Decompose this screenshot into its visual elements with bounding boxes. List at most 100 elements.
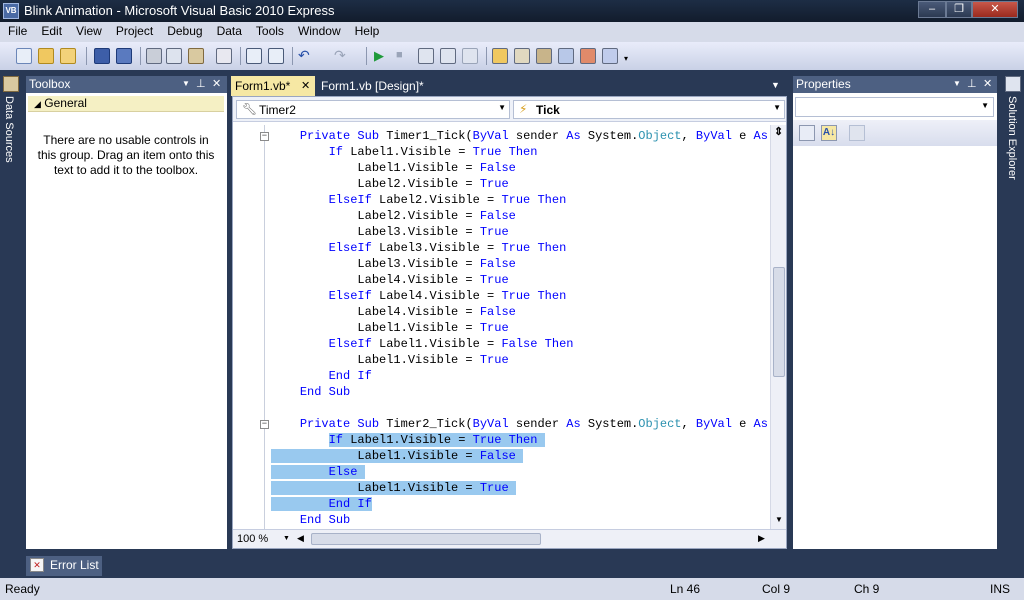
- minimize-button[interactable]: –: [918, 1, 946, 18]
- solution-explorer-icon[interactable]: [492, 48, 508, 64]
- code-area[interactable]: − Private Sub Timer1_Tick(ByVal sender A…: [233, 125, 770, 529]
- code-line[interactable]: Label4.Visible = False: [271, 305, 515, 321]
- chevron-down-icon[interactable]: ▼: [182, 79, 190, 88]
- code-line[interactable]: Private Sub Timer1_Tick(ByVal sender As …: [271, 129, 770, 145]
- uncomment-icon[interactable]: [268, 48, 284, 64]
- tab-list-chevron-icon[interactable]: ▼: [771, 80, 780, 90]
- code-line[interactable]: Private Sub Timer2_Tick(ByVal sender As …: [271, 417, 770, 433]
- code-line[interactable]: If Label1.Visible = True Then: [271, 145, 538, 161]
- error-list-tab[interactable]: ✕ Error List: [26, 556, 102, 576]
- code-line[interactable]: End If: [271, 369, 372, 385]
- solution-explorer-icon[interactable]: [1005, 76, 1021, 92]
- open-file-icon[interactable]: [38, 48, 54, 64]
- code-line[interactable]: Label1.Visible = True: [271, 353, 508, 369]
- collapse-region-icon[interactable]: −: [260, 420, 269, 429]
- data-sources-tab[interactable]: Data Sources: [3, 96, 15, 163]
- error-list-icon: ✕: [30, 558, 44, 572]
- undo-icon[interactable]: ↶: [298, 48, 314, 64]
- solution-explorer-tab[interactable]: Solution Explorer: [1006, 96, 1018, 180]
- start-page-icon[interactable]: [602, 48, 618, 64]
- redo-icon[interactable]: ↷: [334, 48, 350, 64]
- scroll-left-icon[interactable]: ◀: [297, 533, 304, 544]
- title-bar: VB Blink Animation - Microsoft Visual Ba…: [0, 0, 1024, 22]
- pin-icon[interactable]: ⊥: [967, 77, 977, 90]
- error-list-label: Error List: [50, 558, 99, 572]
- vertical-scrollbar[interactable]: ⇕ ▼: [770, 125, 786, 529]
- menu-view[interactable]: View: [68, 22, 108, 42]
- zoom-dropdown[interactable]: 100 % ▼: [235, 532, 291, 547]
- code-line[interactable]: ElseIf Label2.Visible = True Then: [271, 193, 567, 209]
- menu-window[interactable]: Window: [290, 22, 347, 42]
- code-line[interactable]: Else: [271, 465, 365, 481]
- copy-icon[interactable]: [166, 48, 182, 64]
- code-line[interactable]: End Sub: [271, 513, 350, 529]
- code-line[interactable]: Label1.Visible = False: [271, 449, 524, 465]
- code-line[interactable]: ElseIf Label3.Visible = True Then: [271, 241, 567, 257]
- maximize-button[interactable]: ❐: [946, 1, 972, 18]
- menu-project[interactable]: Project: [108, 22, 159, 42]
- property-pages-icon[interactable]: [849, 125, 865, 141]
- categorized-icon[interactable]: [799, 125, 815, 141]
- code-line[interactable]: Label3.Visible = True: [271, 225, 508, 241]
- stop-debugging-icon[interactable]: ■: [396, 48, 412, 64]
- code-line[interactable]: End Sub: [271, 385, 350, 401]
- code-line[interactable]: Label1.Visible = False: [271, 161, 515, 177]
- properties-window-icon[interactable]: [514, 48, 530, 64]
- object-dropdown[interactable]: 🔧︎ Timer2 ▼: [236, 100, 510, 119]
- code-line[interactable]: ElseIf Label1.Visible = False Then: [271, 337, 574, 353]
- scroll-down-icon[interactable]: ▼: [775, 515, 783, 524]
- column-number: Col 9: [762, 582, 791, 596]
- close-icon[interactable]: ✕: [301, 79, 310, 92]
- scroll-right-icon[interactable]: ▶: [758, 533, 765, 544]
- collapse-region-icon[interactable]: −: [260, 132, 269, 141]
- horizontal-scroll-thumb[interactable]: [311, 533, 541, 545]
- code-line[interactable]: Label2.Visible = True: [271, 177, 508, 193]
- menu-data[interactable]: Data: [209, 22, 248, 42]
- object-browser-icon[interactable]: [536, 48, 552, 64]
- pin-icon[interactable]: ⊥: [196, 77, 206, 90]
- split-handle-icon[interactable]: ⇕: [774, 125, 783, 138]
- menu-help[interactable]: Help: [347, 22, 386, 42]
- find-icon[interactable]: [216, 48, 232, 64]
- toolbar-options-icon[interactable]: ▾: [624, 54, 628, 63]
- alphabetical-icon[interactable]: A↓: [821, 125, 837, 141]
- toolbox-group-general[interactable]: ◢ General: [28, 96, 224, 112]
- add-item-icon[interactable]: [60, 48, 76, 64]
- code-line[interactable]: If Label1.Visible = True Then: [271, 433, 545, 449]
- code-line[interactable]: Label1.Visible = True: [271, 321, 508, 337]
- code-line[interactable]: ElseIf Label4.Visible = True Then: [271, 289, 567, 305]
- paste-icon[interactable]: [188, 48, 204, 64]
- object-dropdown-value: Timer2: [259, 103, 296, 117]
- menu-tools[interactable]: Tools: [248, 22, 290, 42]
- comment-icon[interactable]: [246, 48, 262, 64]
- tab-form1-vb[interactable]: Form1.vb* ✕: [231, 76, 315, 96]
- new-project-icon[interactable]: [16, 48, 32, 64]
- code-line[interactable]: Label3.Visible = False: [271, 257, 515, 273]
- cut-icon[interactable]: [146, 48, 162, 64]
- zoom-value: 100 %: [237, 533, 269, 545]
- code-line[interactable]: End If: [271, 497, 372, 513]
- code-line[interactable]: Label4.Visible = True: [271, 273, 508, 289]
- step-over-icon[interactable]: [440, 48, 456, 64]
- code-line[interactable]: Label1.Visible = True: [271, 481, 516, 497]
- close-icon[interactable]: ✕: [212, 77, 221, 90]
- tab-form1-design[interactable]: Form1.vb [Design]*: [317, 76, 457, 96]
- step-out-icon[interactable]: [462, 48, 478, 64]
- object-selector[interactable]: ▼: [795, 97, 994, 117]
- step-into-icon[interactable]: [418, 48, 434, 64]
- vertical-scroll-thumb[interactable]: [773, 267, 785, 377]
- chevron-down-icon[interactable]: ▼: [953, 79, 961, 88]
- save-all-icon[interactable]: [116, 48, 132, 64]
- event-dropdown[interactable]: ⚡︎ Tick ▼: [513, 100, 785, 119]
- toolbox-window-icon[interactable]: [558, 48, 574, 64]
- extension-manager-icon[interactable]: [580, 48, 596, 64]
- data-sources-icon[interactable]: [3, 76, 19, 92]
- save-icon[interactable]: [94, 48, 110, 64]
- code-line[interactable]: Label2.Visible = False: [271, 209, 515, 225]
- menu-edit[interactable]: Edit: [33, 22, 68, 42]
- close-icon[interactable]: ✕: [983, 77, 992, 90]
- close-button[interactable]: ✕: [972, 1, 1018, 18]
- menu-file[interactable]: File: [0, 22, 33, 42]
- menu-debug[interactable]: Debug: [159, 22, 208, 42]
- start-debugging-icon[interactable]: ▶: [374, 48, 390, 64]
